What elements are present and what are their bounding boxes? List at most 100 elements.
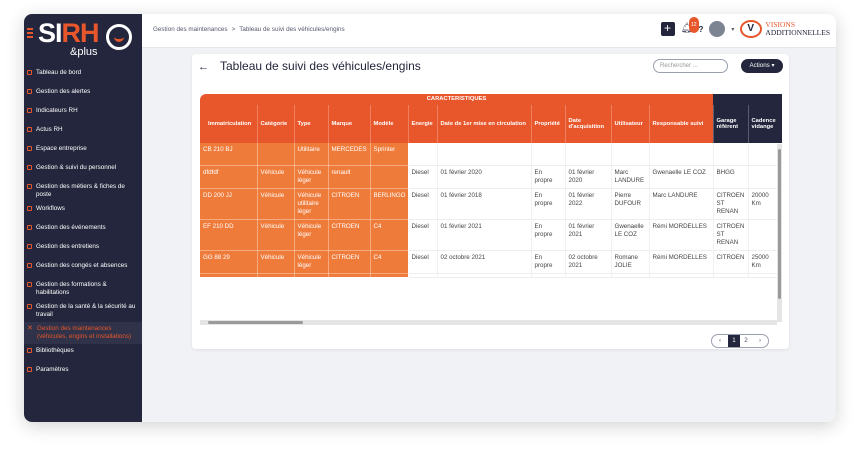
table-cell: BERLINGO xyxy=(370,188,409,220)
briefcase-icon xyxy=(27,184,32,189)
sidebar-nav: Tableau de bord Gestion des alertes Indica… xyxy=(24,66,142,382)
sidebar-item-12[interactable]: Gestion de la santé & la sécurité au tra… xyxy=(24,300,142,322)
table-cell xyxy=(408,143,438,166)
sidebar-item-14[interactable]: Bibliothèques xyxy=(24,344,142,363)
column-header[interactable]: Garage référent xyxy=(713,105,749,143)
table-cell xyxy=(611,143,650,166)
breadcrumb-separator: > xyxy=(231,26,236,33)
table-body: CB 210 BJ Utilitaire MERCEDES Sprinter dfdfd… xyxy=(200,143,782,278)
sidebar-item-label: Gestion des métiers & fiches de poste xyxy=(36,183,125,198)
column-header[interactable]: Immatriculation xyxy=(200,105,258,143)
notification-badge: 12 xyxy=(688,17,699,33)
table-cell: Véhicule léger xyxy=(294,219,329,251)
group-header-caracteristiques: CARACTERISTIQUES xyxy=(200,94,713,105)
table-cell xyxy=(200,273,258,278)
sidebar-item-label: Paramètres xyxy=(36,366,69,373)
column-header[interactable]: Marque xyxy=(328,105,371,143)
vertical-scrollbar[interactable] xyxy=(777,144,782,322)
table-row[interactable]: EF 210 DD Véhicule Véhicule léger CITROEN C4… xyxy=(200,219,782,251)
table-cell: Véhicule xyxy=(257,165,295,189)
table-header-row: Immatriculation Catégorie Type Marque Modèle… xyxy=(200,105,782,143)
sidebar-item-3[interactable]: Actus RH xyxy=(24,123,142,142)
table-cell: CITROEN ST RENAN xyxy=(713,188,749,220)
sidebar-item-11[interactable]: Gestion des formations & habilitations xyxy=(24,278,142,300)
sidebar-item-label: Gestion des congés et absences xyxy=(36,262,128,269)
leave-icon xyxy=(27,263,32,268)
table-cell: Romane JOLIE xyxy=(611,250,650,274)
sidebar-item-4[interactable]: Espace entreprise xyxy=(24,142,142,161)
table-cell xyxy=(370,273,409,278)
sidebar-item-13[interactable]: ✕ Gestion des maintenances (véhicules, en… xyxy=(24,322,142,344)
notifications-button[interactable]: 🔔︎ 12 xyxy=(681,17,699,36)
column-header[interactable]: Cadence vidange xyxy=(748,105,782,143)
actions-button[interactable]: Actions ▾ xyxy=(741,59,783,73)
help-button[interactable]: ? xyxy=(699,25,704,34)
table-cell: Véhicule utilitaire léger xyxy=(294,188,329,220)
sidebar-item-9[interactable]: Gestion des entretiens xyxy=(24,240,142,259)
prev-page-button[interactable]: ‹ xyxy=(712,335,728,347)
menu-icon[interactable] xyxy=(27,28,33,40)
table-cell xyxy=(713,273,749,278)
column-header[interactable]: Energie xyxy=(408,105,438,143)
sidebar-item-6[interactable]: Gestion des métiers & fiches de poste xyxy=(24,180,142,202)
table-row[interactable]: GG 88 29 Véhicule Véhicule léger CITROEN C4 D… xyxy=(200,250,782,274)
sidebar-item-label: Workflows xyxy=(36,205,65,212)
table-row[interactable]: dfdfdf Véhicule Véhicule léger renault Diese… xyxy=(200,165,782,189)
table-cell xyxy=(565,273,612,278)
table-cell: Gwenaelle LE COZ xyxy=(649,165,714,189)
table-cell: Véhicule xyxy=(257,188,295,220)
page-2-button[interactable]: 2 xyxy=(740,335,752,347)
back-arrow-icon[interactable]: ← xyxy=(198,61,209,73)
app-window: SIRH &plus Tableau de bord Gestion des al… xyxy=(24,14,836,422)
column-header[interactable]: Modèle xyxy=(370,105,409,143)
sidebar-item-8[interactable]: Gestion des événements xyxy=(24,221,142,240)
column-header[interactable]: Date de 1er mise en circulation xyxy=(437,105,532,143)
horizontal-scrollbar[interactable] xyxy=(200,320,777,325)
table-row[interactable]: CB 210 BJ Utilitaire MERCEDES Sprinter xyxy=(200,143,782,166)
page-1-button[interactable]: 1 xyxy=(728,335,740,347)
next-page-button[interactable]: › xyxy=(752,335,768,347)
breadcrumb-item-maintenances[interactable]: Gestion des maintenances xyxy=(153,26,228,33)
table-cell: 01 février 2021 xyxy=(565,219,612,251)
table-cell xyxy=(328,273,371,278)
table-cell xyxy=(649,273,714,278)
sidebar-item-label: Gestion des formations & habilitations xyxy=(36,281,107,296)
dashboard-icon xyxy=(27,70,32,75)
table-cell: C4 xyxy=(370,250,409,274)
sidebar-item-1[interactable]: Gestion des alertes xyxy=(24,85,142,104)
column-header[interactable]: Date d'acquisition xyxy=(565,105,612,143)
table-cell: Gwenaelle LE COZ xyxy=(611,219,650,251)
table-cell: MERCEDES xyxy=(328,143,371,166)
sidebar-item-7[interactable]: Workflows xyxy=(24,202,142,221)
sidebar-item-5[interactable]: Gestion & suivi du personnel xyxy=(24,161,142,180)
table-cell xyxy=(437,273,532,278)
table-cell: GG 88 29 xyxy=(200,250,258,274)
table-cell: EF 210 DD xyxy=(200,219,258,251)
sidebar-item-15[interactable]: Paramètres xyxy=(24,363,142,382)
visions-logo-icon xyxy=(740,20,763,38)
logo[interactable]: SIRH &plus xyxy=(24,14,142,66)
column-header[interactable]: Responsable suivi xyxy=(649,105,714,143)
column-header[interactable]: Utilisateur xyxy=(611,105,650,143)
search-input[interactable]: Rechercher ... xyxy=(653,59,728,73)
table-cell: BHGG xyxy=(713,165,749,189)
table-cell: 02 octobre 2021 xyxy=(565,250,612,274)
table-cell: Rémi MORDELLES xyxy=(649,250,714,274)
add-button[interactable]: + xyxy=(660,22,675,36)
topbar: Gestion des maintenances > Tableau de su… xyxy=(142,14,836,48)
breadcrumb-item-current: Tableau de suivi des véhicules/engins xyxy=(239,26,345,33)
column-header[interactable]: Propriété xyxy=(531,105,566,143)
training-icon xyxy=(27,282,32,287)
sidebar-item-label: Actus RH xyxy=(36,126,63,133)
column-header[interactable]: Type xyxy=(294,105,329,143)
smiley-logo-icon xyxy=(106,24,132,50)
sidebar-item-0[interactable]: Tableau de bord xyxy=(24,66,142,85)
chevron-down-icon[interactable]: ▾ xyxy=(731,26,734,33)
sidebar-item-2[interactable]: Indicateurs RH xyxy=(24,104,142,123)
table-row[interactable]: DD 200 JJ Véhicule Véhicule utilitaire lég… xyxy=(200,188,782,220)
table-cell: CITROEN xyxy=(713,250,749,274)
tools-icon: ✕ xyxy=(27,325,33,332)
avatar[interactable] xyxy=(709,21,726,37)
column-header[interactable]: Catégorie xyxy=(257,105,295,143)
sidebar-item-10[interactable]: Gestion des congés et absences xyxy=(24,259,142,278)
